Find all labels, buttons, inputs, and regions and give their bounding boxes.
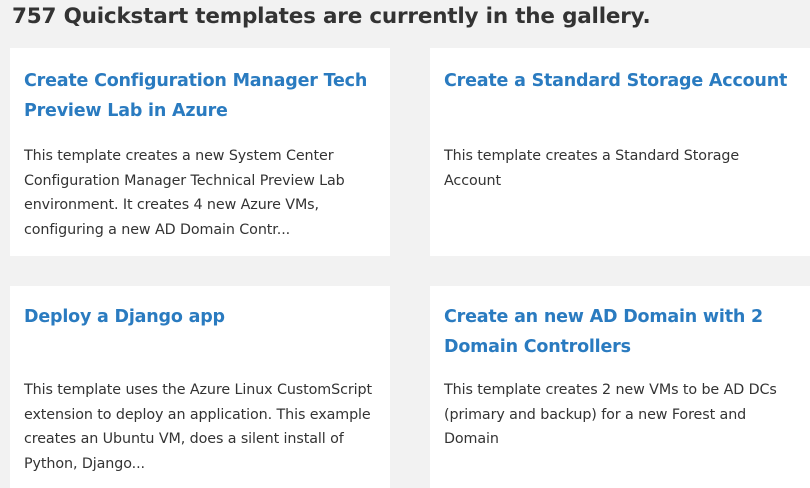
- template-card-description: This template uses the Azure Linux Custo…: [24, 382, 373, 472]
- template-card-title[interactable]: Create a Standard Storage Account: [444, 66, 796, 96]
- template-card-config-manager[interactable]: Create Configuration Manager Tech Previe…: [10, 48, 390, 256]
- gallery-count-heading: 757 Quickstart templates are currently i…: [12, 4, 651, 29]
- template-card-django-app[interactable]: Deploy a Django app This template uses t…: [10, 286, 390, 488]
- template-card-description: This template creates a Standard Storage…: [444, 148, 740, 189]
- template-card-ad-domain[interactable]: Create an new AD Domain with 2 Domain Co…: [430, 286, 810, 488]
- template-card-title[interactable]: Create an new AD Domain with 2 Domain Co…: [444, 302, 796, 362]
- template-card-description: This template creates 2 new VMs to be AD…: [444, 382, 777, 447]
- template-card-title[interactable]: Deploy a Django app: [24, 302, 376, 332]
- template-card-standard-storage[interactable]: Create a Standard Storage Account This t…: [430, 48, 810, 256]
- template-card-description: This template creates a new System Cente…: [24, 148, 345, 238]
- template-card-title[interactable]: Create Configuration Manager Tech Previe…: [24, 66, 376, 126]
